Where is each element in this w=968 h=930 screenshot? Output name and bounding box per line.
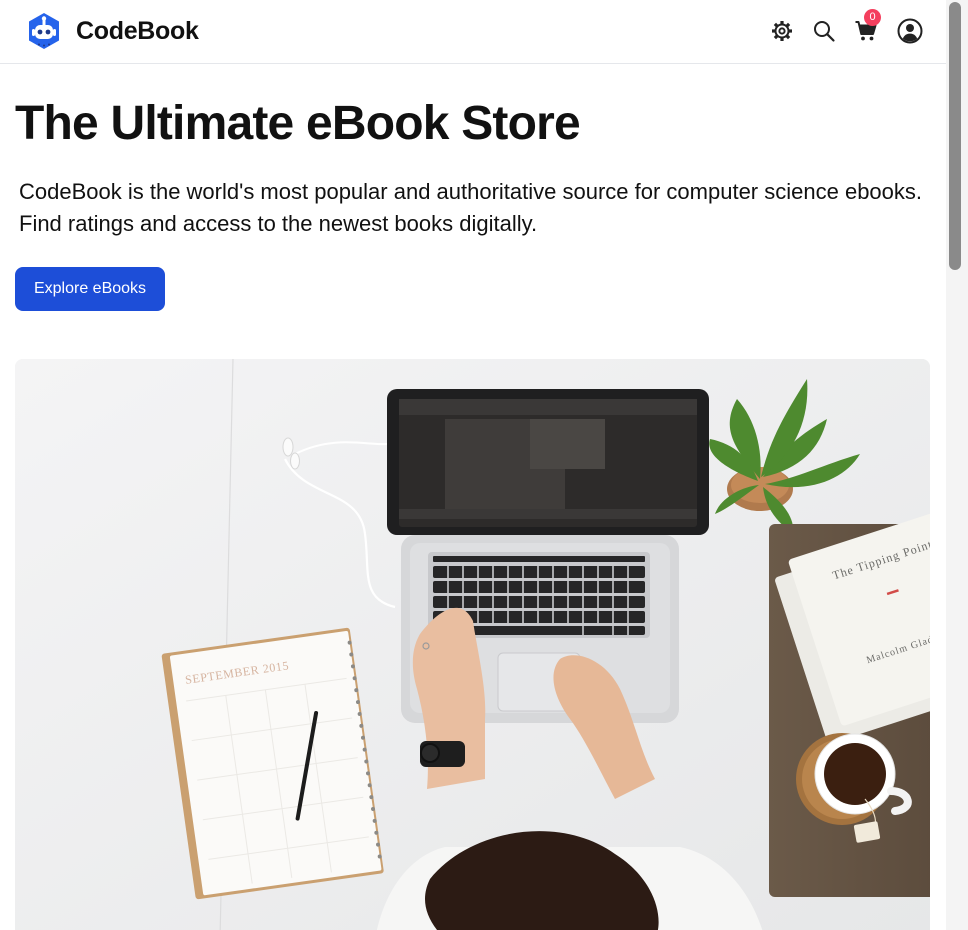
scrollbar-thumb[interactable] bbox=[949, 2, 961, 270]
nav-actions: 0 bbox=[754, 9, 924, 48]
cart-icon[interactable]: 0 bbox=[852, 9, 881, 45]
page: CodeBook 0 The Ultimate eBook Store Code… bbox=[0, 0, 946, 930]
brand-link[interactable]: CodeBook bbox=[24, 11, 199, 51]
notebook: SEPTEMBER 2015 bbox=[161, 627, 384, 900]
page-scrollbar[interactable] bbox=[946, 0, 968, 930]
hero-description: CodeBook is the world's most popular and… bbox=[19, 179, 923, 236]
user-circle-icon[interactable] bbox=[896, 17, 924, 45]
brand-name: CodeBook bbox=[76, 16, 199, 45]
robot-head-logo-icon bbox=[29, 13, 59, 49]
explore-ebooks-button[interactable]: Explore eBooks bbox=[15, 267, 165, 311]
navbar: CodeBook 0 bbox=[0, 0, 946, 64]
gear-icon[interactable] bbox=[768, 17, 796, 45]
workspace-illustration: The Tipping Point Malcolm Gladwell SEPTE… bbox=[15, 359, 930, 930]
cart-count-badge: 0 bbox=[864, 9, 881, 26]
hero-title: The Ultimate eBook Store bbox=[15, 97, 581, 150]
hero-image: The Tipping Point Malcolm Gladwell SEPTE… bbox=[15, 359, 930, 930]
search-icon[interactable] bbox=[810, 17, 838, 45]
